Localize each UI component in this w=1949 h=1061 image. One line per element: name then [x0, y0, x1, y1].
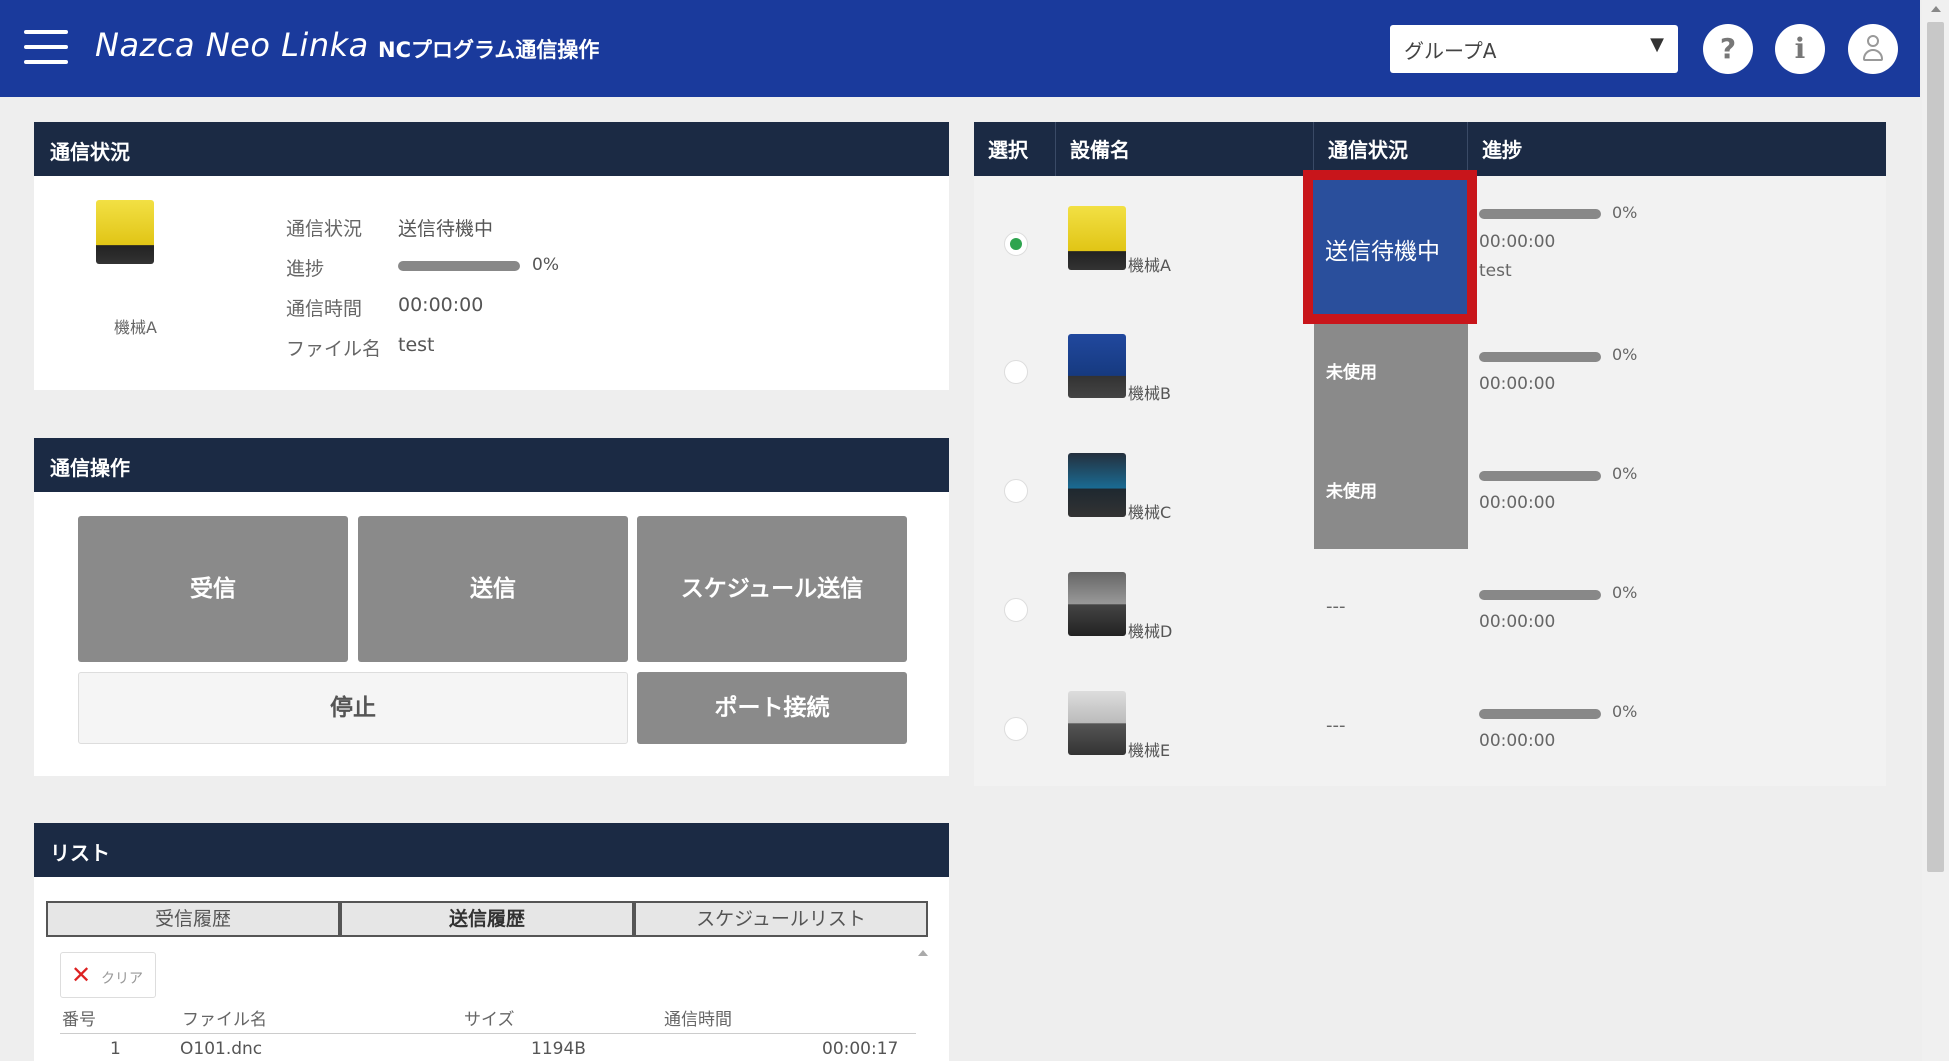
list-cell-time: 00:00:17	[822, 1039, 899, 1059]
machine-a-thumbnail	[96, 200, 154, 264]
time-label: 通信時間	[286, 298, 363, 320]
machine-e-name: 機械E	[1128, 741, 1171, 760]
status-value: 送信待機中	[398, 218, 494, 240]
machine-a-thumbnail-small	[1068, 206, 1126, 270]
scroll-thumb[interactable]	[1927, 22, 1944, 872]
scroll-up-icon[interactable]	[1931, 6, 1941, 12]
list-cell-number: 1	[110, 1039, 121, 1059]
machine-c-name: 機械C	[1128, 503, 1172, 522]
machine-d-progress-bar	[1479, 590, 1601, 600]
machine-c-status: 未使用	[1326, 482, 1377, 502]
col-header-number: 番号	[62, 1010, 96, 1030]
col-header-size: サイズ	[464, 1010, 515, 1030]
machine-b-progress-bar	[1479, 352, 1601, 362]
machine-a-status: 送信待機中	[1325, 239, 1440, 265]
machine-c-progress: 0%	[1612, 464, 1638, 483]
group-select[interactable]: グループA ▼	[1390, 25, 1678, 73]
clear-icon: ✕	[71, 961, 92, 989]
list-panel-header: リスト	[34, 823, 949, 877]
group-select-value: グループA	[1404, 39, 1497, 63]
tab-schedule-list[interactable]: スケジュールリスト	[634, 901, 928, 937]
help-icon[interactable]: ?	[1703, 24, 1753, 74]
machine-b-name: 機械B	[1128, 384, 1171, 403]
list-scroll-up-icon[interactable]	[918, 950, 928, 956]
status-machine-name: 機械A	[114, 318, 157, 337]
hamburger-menu-icon[interactable]	[24, 30, 68, 66]
user-icon[interactable]	[1848, 24, 1898, 74]
machine-b-time: 00:00:00	[1479, 374, 1556, 394]
machine-d-progress: 0%	[1612, 583, 1638, 602]
machine-table-header: 選択 設備名 通信状況 進捗	[974, 122, 1886, 176]
receive-button[interactable]: 受信	[78, 516, 348, 662]
tab-send-history[interactable]: 送信履歴	[340, 901, 634, 937]
machine-d-time: 00:00:00	[1479, 612, 1556, 632]
progress-value: 0%	[532, 255, 559, 275]
app-header: Nazca Neo Linka NCプログラム通信操作 グループA ▼ ? i	[0, 0, 1920, 97]
machine-a-radio[interactable]	[1004, 232, 1028, 256]
machine-b-thumbnail	[1068, 334, 1126, 398]
col-comm-status: 通信状況	[1314, 122, 1468, 176]
machine-b-status: 未使用	[1326, 363, 1377, 383]
col-select: 選択	[974, 122, 1056, 176]
machine-e-status: ---	[1326, 715, 1346, 736]
clear-button[interactable]: ✕ クリア	[60, 952, 156, 998]
port-connect-button[interactable]: ポート接続	[637, 672, 907, 744]
machine-e-thumbnail	[1068, 691, 1126, 755]
machine-b-progress: 0%	[1612, 345, 1638, 364]
dropdown-arrow-icon: ▼	[1650, 34, 1664, 55]
machine-b-radio[interactable]	[1004, 360, 1028, 384]
tab-receive-history[interactable]: 受信履歴	[46, 901, 340, 937]
machine-e-progress-bar	[1479, 709, 1601, 719]
info-icon[interactable]: i	[1775, 24, 1825, 74]
list-cell-size: 1194B	[531, 1039, 586, 1059]
machine-a-progress-bar	[1479, 209, 1601, 219]
progress-label: 進捗	[286, 258, 325, 280]
list-cell-filename: O101.dnc	[180, 1039, 263, 1059]
stop-button[interactable]: 停止	[78, 672, 628, 744]
file-value: test	[398, 334, 435, 356]
schedule-send-button[interactable]: スケジュール送信	[637, 516, 907, 662]
machine-d-thumbnail	[1068, 572, 1126, 636]
send-button[interactable]: 送信	[358, 516, 628, 662]
page-title: NCプログラム通信操作	[378, 38, 600, 62]
machine-d-name: 機械D	[1128, 622, 1173, 641]
list-divider	[60, 1033, 916, 1034]
machine-a-file: test	[1479, 261, 1512, 281]
clear-label: クリア	[101, 971, 143, 987]
file-label: ファイル名	[286, 338, 382, 360]
status-progress-bar	[398, 261, 520, 271]
machine-c-thumbnail	[1068, 453, 1126, 517]
machine-a-name: 機械A	[1128, 256, 1171, 275]
col-header-filename: ファイル名	[182, 1010, 267, 1030]
status-panel-header: 通信状況	[34, 122, 949, 176]
col-machine-name: 設備名	[1056, 122, 1314, 176]
page-scrollbar[interactable]	[1922, 0, 1949, 1061]
machine-e-progress: 0%	[1612, 702, 1638, 721]
machine-c-radio[interactable]	[1004, 479, 1028, 503]
machine-c-progress-bar	[1479, 471, 1601, 481]
brand-logo: Nazca Neo Linka	[95, 26, 369, 64]
machine-a-progress: 0%	[1612, 203, 1638, 222]
status-label: 通信状況	[286, 218, 363, 240]
col-progress: 進捗	[1482, 138, 1522, 162]
col-header-time: 通信時間	[664, 1010, 732, 1030]
time-value: 00:00:00	[398, 294, 484, 316]
machine-e-time: 00:00:00	[1479, 731, 1556, 751]
machine-d-radio[interactable]	[1004, 598, 1028, 622]
machine-e-radio[interactable]	[1004, 717, 1028, 741]
machine-a-time: 00:00:00	[1479, 232, 1556, 252]
machine-c-time: 00:00:00	[1479, 493, 1556, 513]
machine-d-status: ---	[1326, 596, 1346, 617]
ops-panel-header: 通信操作	[34, 438, 949, 492]
status-panel	[34, 176, 949, 390]
machine-a-status-highlight: 送信待機中	[1303, 170, 1477, 324]
